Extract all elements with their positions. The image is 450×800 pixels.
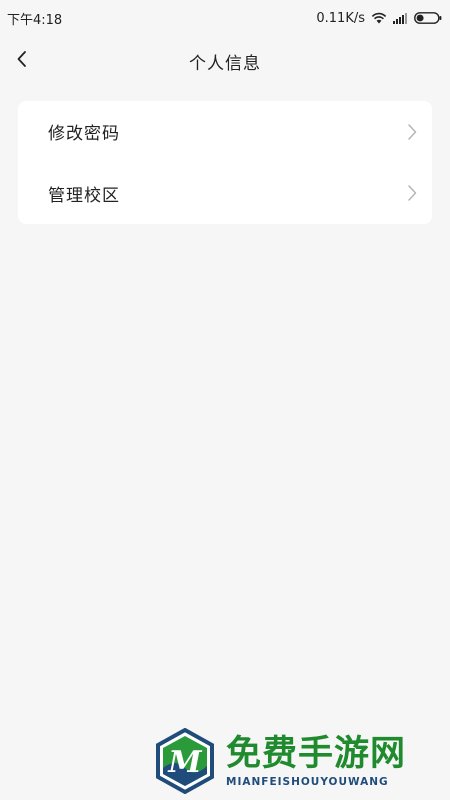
back-chevron-icon xyxy=(15,49,29,73)
top-navigation-bar: 个人信息 xyxy=(0,38,450,84)
change-password-item[interactable]: 修改密码 xyxy=(18,101,432,163)
watermark-subtitle: MIANFEISHOUYOUWANG xyxy=(226,776,389,788)
signal-icon xyxy=(393,12,408,24)
page-title: 个人信息 xyxy=(189,53,261,74)
wifi-icon xyxy=(371,12,387,24)
svg-text:M: M xyxy=(167,745,202,780)
status-bar: 下午4:18 0.11K/s xyxy=(0,0,450,36)
chevron-right-icon xyxy=(406,183,418,203)
manage-campus-label: 管理校区 xyxy=(48,185,120,206)
chevron-right-icon xyxy=(406,122,418,142)
back-button[interactable] xyxy=(6,44,38,78)
network-speed: 0.11K/s xyxy=(316,10,365,26)
watermark-title: 免费手游网 xyxy=(226,733,407,774)
watermark: M 免费手游网 MIANFEISHOUYOUWANG xyxy=(152,728,444,794)
battery-icon xyxy=(414,12,442,24)
status-time: 下午4:18 xyxy=(7,12,63,28)
status-indicators: 0.11K/s xyxy=(316,11,442,26)
watermark-logo-icon: M xyxy=(156,728,214,794)
manage-campus-item[interactable]: 管理校区 xyxy=(18,163,432,225)
screen: 下午4:18 0.11K/s 个人信息 修改密码 管理校区 M 免费手游网 MI… xyxy=(0,0,450,800)
change-password-label: 修改密码 xyxy=(48,124,120,145)
watermark-text: 免费手游网 MIANFEISHOUYOUWANG xyxy=(226,733,406,789)
settings-card: 修改密码 管理校区 xyxy=(18,101,432,224)
